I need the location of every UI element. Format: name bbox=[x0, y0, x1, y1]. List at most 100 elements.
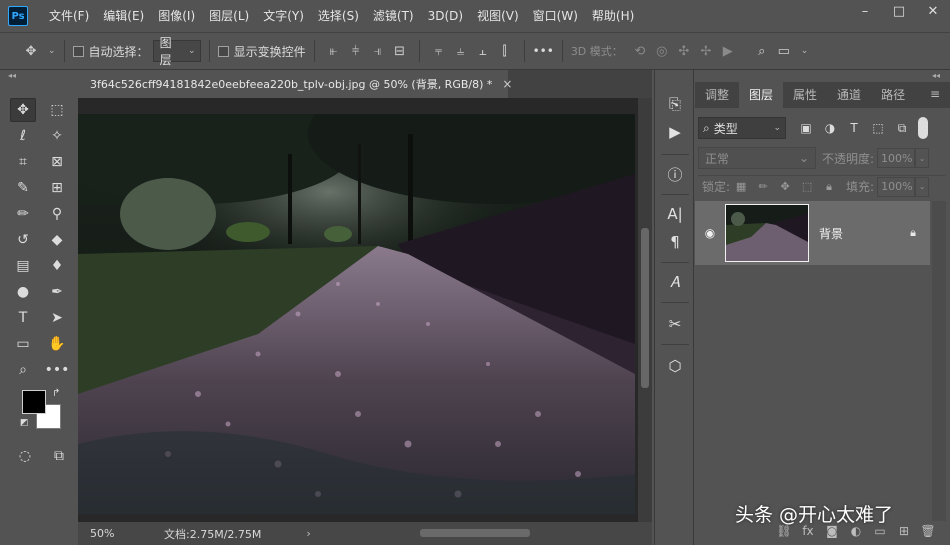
3d-roll-icon[interactable]: ◎ bbox=[651, 40, 673, 62]
menu-view[interactable]: 视图(V) bbox=[470, 0, 526, 32]
pen-icon[interactable]: ✒ bbox=[44, 280, 70, 304]
rect-marquee-icon[interactable]: ⬚ bbox=[44, 98, 70, 122]
status-menu-arrow-icon[interactable]: › bbox=[306, 527, 310, 540]
lock-all-icon[interactable]: 🔒︎ bbox=[818, 180, 840, 194]
swap-colors-icon[interactable]: ↱ bbox=[52, 388, 60, 399]
filter-pixel-icon[interactable]: ▣ bbox=[794, 121, 818, 135]
menu-layer[interactable]: 图层(L) bbox=[202, 0, 256, 32]
auto-select-target-dropdown[interactable]: 图层 ⌄ bbox=[152, 36, 201, 67]
history-icon[interactable]: ⎘ bbox=[663, 92, 687, 116]
lock-pixels-icon[interactable]: ✏ bbox=[752, 180, 774, 193]
search-icon[interactable]: ⌕ bbox=[751, 40, 773, 62]
minimize-button[interactable]: – bbox=[848, 0, 882, 22]
vertical-scroll-thumb[interactable] bbox=[641, 228, 649, 388]
auto-select-checkbox[interactable] bbox=[72, 45, 84, 57]
hand-icon[interactable]: ✋ bbox=[44, 332, 70, 356]
show-transform-checkbox[interactable] bbox=[217, 45, 229, 57]
visibility-eye-icon[interactable]: ◉ bbox=[695, 226, 725, 240]
fill-dropdown-icon[interactable]: ⌄ bbox=[915, 176, 930, 197]
layer-row[interactable]: ◉ 背景 🔒︎ bbox=[695, 201, 930, 265]
brush-icon[interactable]: ✏ bbox=[10, 202, 36, 226]
menu-select[interactable]: 选择(S) bbox=[311, 0, 366, 32]
eraser-icon[interactable]: ◆ bbox=[44, 228, 70, 252]
layer-locked-icon[interactable]: 🔒︎ bbox=[910, 226, 916, 240]
align-left-icon[interactable]: ⫦ bbox=[323, 40, 345, 62]
more-options-button[interactable]: ••• bbox=[533, 44, 554, 58]
filter-smart-object-icon[interactable]: ⧉ bbox=[890, 121, 914, 136]
layers-scrollbar[interactable] bbox=[932, 201, 946, 521]
collapse-panel-icon[interactable]: ◂◂ bbox=[695, 70, 950, 82]
align-top-icon[interactable]: ⫧ bbox=[428, 40, 450, 62]
eyedropper-icon[interactable]: ✎ bbox=[10, 176, 36, 200]
menu-3d[interactable]: 3D(D) bbox=[421, 0, 470, 32]
menu-window[interactable]: 窗口(W) bbox=[526, 0, 585, 32]
distribute-vertical-icon[interactable]: ⫿ bbox=[494, 40, 516, 62]
screen-mode-icon[interactable]: ⧉ bbox=[46, 444, 72, 468]
quick-mask-icon[interactable]: ◌ bbox=[12, 444, 38, 468]
align-vcenter-icon[interactable]: ⫨ bbox=[450, 40, 472, 62]
3d-camera-icon[interactable]: ▶ bbox=[717, 40, 739, 62]
document-tab[interactable]: 3f64c526cff94181842e0eebfeea220b_tplv-ob… bbox=[78, 70, 512, 98]
lock-position-icon[interactable]: ✥ bbox=[774, 180, 796, 193]
distribute-icon[interactable]: ⊟ bbox=[389, 40, 411, 62]
align-hcenter-icon[interactable]: ⫩ bbox=[345, 40, 367, 62]
actions-icon[interactable]: ▶ bbox=[663, 120, 687, 144]
tab-properties[interactable]: 属性 bbox=[783, 82, 827, 108]
close-button[interactable]: ✕ bbox=[916, 0, 950, 22]
3d-icon[interactable]: ⬡ bbox=[663, 354, 687, 378]
lasso-icon[interactable]: ℓ bbox=[10, 124, 36, 148]
align-bottom-icon[interactable]: ⫠ bbox=[472, 40, 494, 62]
more-tools-icon[interactable]: ••• bbox=[44, 358, 70, 382]
move-tool-preset-icon[interactable]: ✥ bbox=[20, 40, 42, 62]
workspace-icon[interactable]: ▭ bbox=[773, 40, 795, 62]
chevron-down-icon[interactable]: ⌄ bbox=[801, 46, 809, 56]
tab-paths[interactable]: 路径 bbox=[871, 82, 915, 108]
zoom-level[interactable]: 50% bbox=[78, 527, 124, 540]
menu-help[interactable]: 帮助(H) bbox=[585, 0, 641, 32]
type-icon[interactable]: T bbox=[10, 306, 36, 330]
menu-file[interactable]: 文件(F) bbox=[42, 0, 96, 32]
3d-orbit-icon[interactable]: ⟲ bbox=[629, 40, 651, 62]
3d-pan-icon[interactable]: ✣ bbox=[673, 40, 695, 62]
frame-icon[interactable]: ⊠ bbox=[44, 150, 70, 174]
close-tab-icon[interactable]: × bbox=[502, 77, 512, 91]
layer-name[interactable]: 背景 bbox=[819, 225, 843, 242]
magic-wand-icon[interactable]: ✧ bbox=[44, 124, 70, 148]
path-select-icon[interactable]: ➤ bbox=[44, 306, 70, 330]
align-right-icon[interactable]: ⫣ bbox=[367, 40, 389, 62]
panel-menu-icon[interactable]: ≡ bbox=[930, 87, 940, 101]
tab-channels[interactable]: 通道 bbox=[827, 82, 871, 108]
gradient-icon[interactable]: ▤ bbox=[10, 254, 36, 278]
dodge-icon[interactable]: ● bbox=[10, 280, 36, 304]
opacity-dropdown-icon[interactable]: ⌄ bbox=[915, 148, 930, 168]
crop-icon[interactable]: ⌗ bbox=[10, 150, 36, 174]
blend-mode-dropdown[interactable]: 正常 ⌄ bbox=[698, 147, 816, 169]
tab-layers[interactable]: 图层 bbox=[739, 82, 784, 108]
opacity-field[interactable]: 100% bbox=[877, 148, 916, 168]
lock-transparent-icon[interactable]: ▦ bbox=[730, 180, 752, 193]
zoom-icon[interactable]: ⌕ bbox=[10, 358, 36, 382]
tab-adjustments[interactable]: 调整 bbox=[695, 82, 739, 108]
tool-presets-icon[interactable]: ✂ bbox=[663, 312, 687, 336]
character-icon[interactable]: A| bbox=[663, 202, 687, 226]
paragraph-icon[interactable]: ¶ bbox=[663, 230, 687, 254]
menu-edit[interactable]: 编辑(E) bbox=[96, 0, 151, 32]
horizontal-scrollbar[interactable] bbox=[418, 528, 618, 538]
glyphs-icon[interactable]: 𝐴 bbox=[663, 270, 687, 294]
canvas-area[interactable] bbox=[78, 98, 638, 522]
fill-field[interactable]: 100% bbox=[877, 176, 916, 197]
menu-filter[interactable]: 滤镜(T) bbox=[366, 0, 421, 32]
clone-stamp-icon[interactable]: ⚲ bbox=[44, 202, 70, 226]
default-colors-icon[interactable]: ◩ bbox=[20, 418, 29, 428]
horizontal-scroll-thumb[interactable] bbox=[420, 529, 530, 537]
layer-filter-dropdown[interactable]: ⌕ 类型 ⌄ bbox=[698, 117, 786, 139]
collapse-toolbar-icon[interactable]: ◂◂ bbox=[0, 70, 76, 82]
lock-artboard-icon[interactable]: ⬚ bbox=[796, 180, 818, 193]
healing-brush-icon[interactable]: ⊞ bbox=[44, 176, 70, 200]
filter-adjustment-icon[interactable]: ◑ bbox=[818, 121, 842, 135]
menu-type[interactable]: 文字(Y) bbox=[256, 0, 311, 32]
new-layer-icon[interactable]: ⊞ bbox=[892, 524, 916, 538]
filter-shape-icon[interactable]: ⬚ bbox=[866, 121, 890, 135]
delete-layer-icon[interactable]: 🗑︎ bbox=[916, 524, 940, 538]
filter-toggle[interactable] bbox=[918, 117, 928, 139]
